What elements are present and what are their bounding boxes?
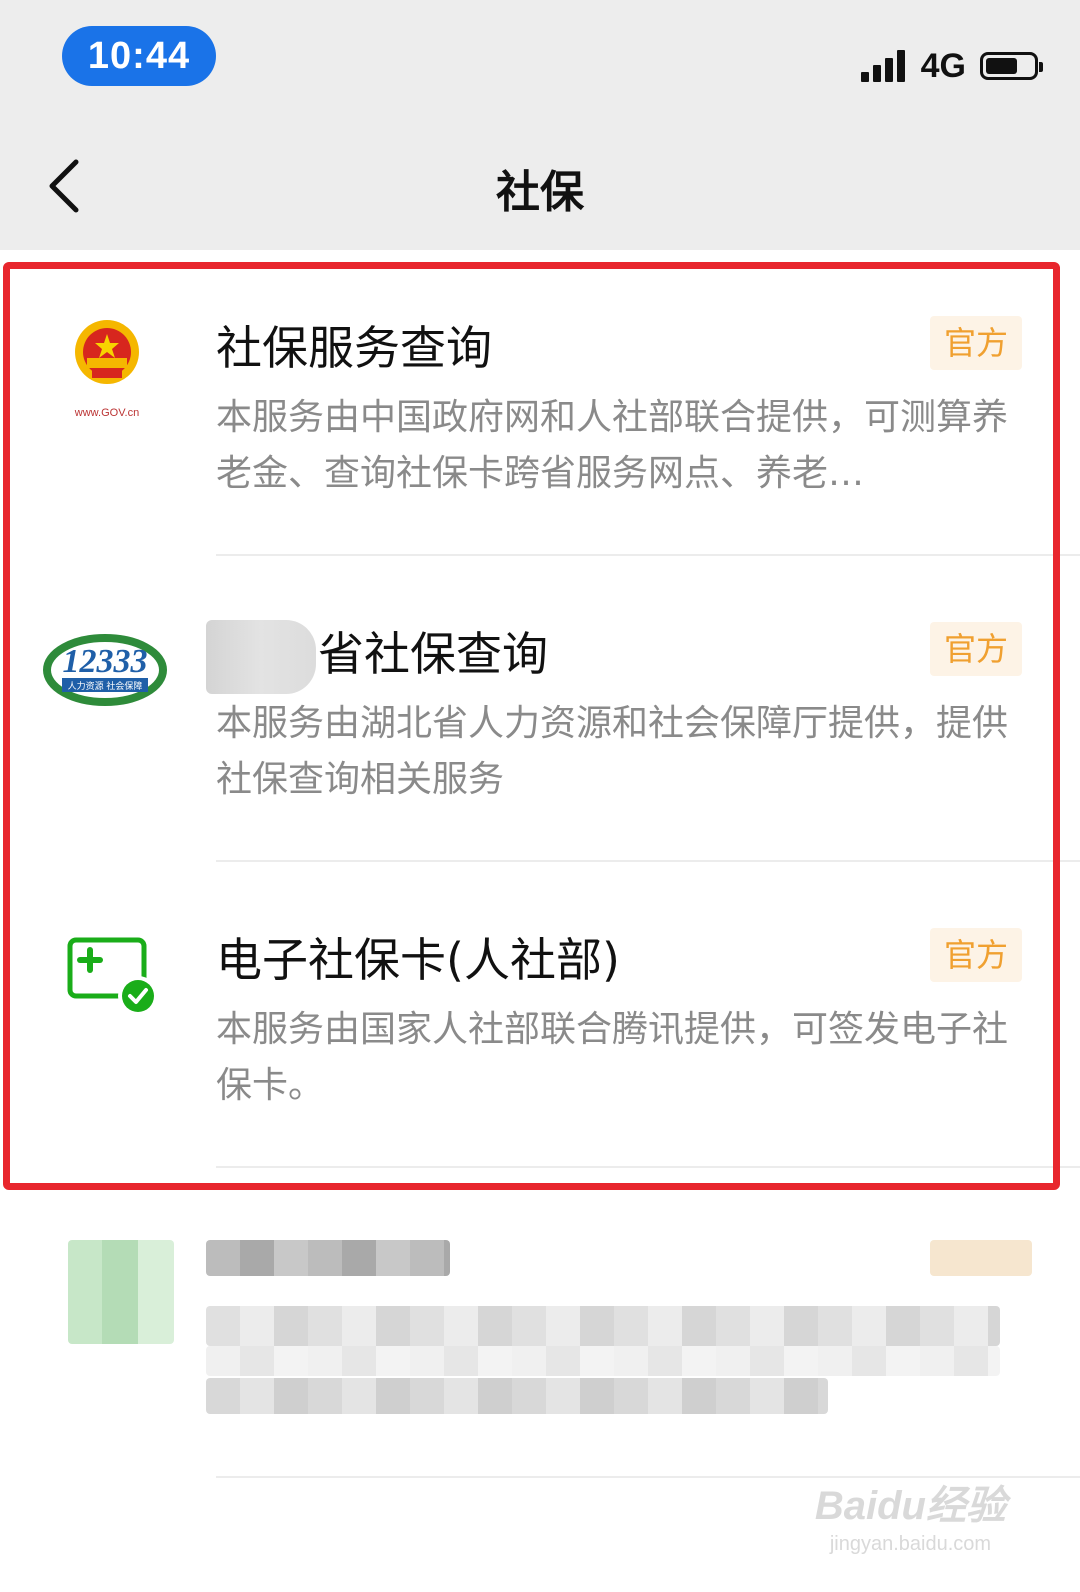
blurred-title [206,1240,450,1276]
item-description: 本服务由国家人社部联合腾讯提供，可签发电子社保卡。 [216,1009,1009,1106]
gov-logo-caption: www.GOV.cn [74,407,139,419]
nav-bar: 社保 [0,120,1080,250]
item-title: 电子社保卡(人社部) [216,933,620,987]
gov-emblem-icon: www.GOV.cn [42,314,172,424]
system-icons: 4G [860,44,1043,88]
watermark-main: Baidu经验 [814,1484,1006,1528]
battery-icon [980,52,1043,80]
12333-logo-icon: 12333 人力资源 社会保障 [42,620,172,730]
list-item[interactable]: 12333 人力资源 社会保障 省社保查询 官方 本服务由湖北省人力资源和社会保… [0,556,1080,862]
item-title: 社保服务查询 [216,321,492,375]
item-description: 本服务由湖北省人力资源和社会保障厅提供，提供社保查询相关服务 [216,703,1009,800]
list-item[interactable]: 电子社保卡(人社部) 官方 本服务由国家人社部联合腾讯提供，可签发电子社保卡。 [0,862,1080,1168]
list-item[interactable]: www.GOV.cn 社保服务查询 官方 本服务由中国政府网和人社部联合提供，可… [0,250,1080,556]
item-title: 省社保查询 [318,627,548,681]
baidu-watermark: Baidu经验 jingyan.baidu.com [815,1473,1006,1556]
status-bar: 10:44 4G [0,0,1080,120]
status-time: 10:44 [62,26,216,86]
item-description: 本服务由中国政府网和人社部联合提供，可测算养老金、查询社保卡跨省服务网点、养老… [216,397,1009,494]
official-badge: 官方 [930,316,1022,370]
service-list: www.GOV.cn 社保服务查询 官方 本服务由中国政府网和人社部联合提供，可… [0,250,1080,1168]
blurred-description [206,1306,1000,1346]
page-title: 社保 [496,167,584,218]
watermark-sub: jingyan.baidu.com [829,1533,992,1555]
blurred-badge [930,1240,1032,1276]
e-social-card-icon [42,926,172,1036]
redacted-name [206,620,316,694]
signal-icon [860,50,909,82]
12333-logo-caption: 人力资源 社会保障 [68,680,143,692]
blurred-description [206,1346,1000,1376]
blurred-icon [68,1240,174,1344]
official-badge: 官方 [930,622,1022,676]
official-badge: 官方 [930,928,1022,982]
network-type: 4G [920,46,966,85]
blurred-description [206,1378,828,1414]
12333-logo-text: 12333 [63,643,148,680]
divider [216,1166,1080,1168]
